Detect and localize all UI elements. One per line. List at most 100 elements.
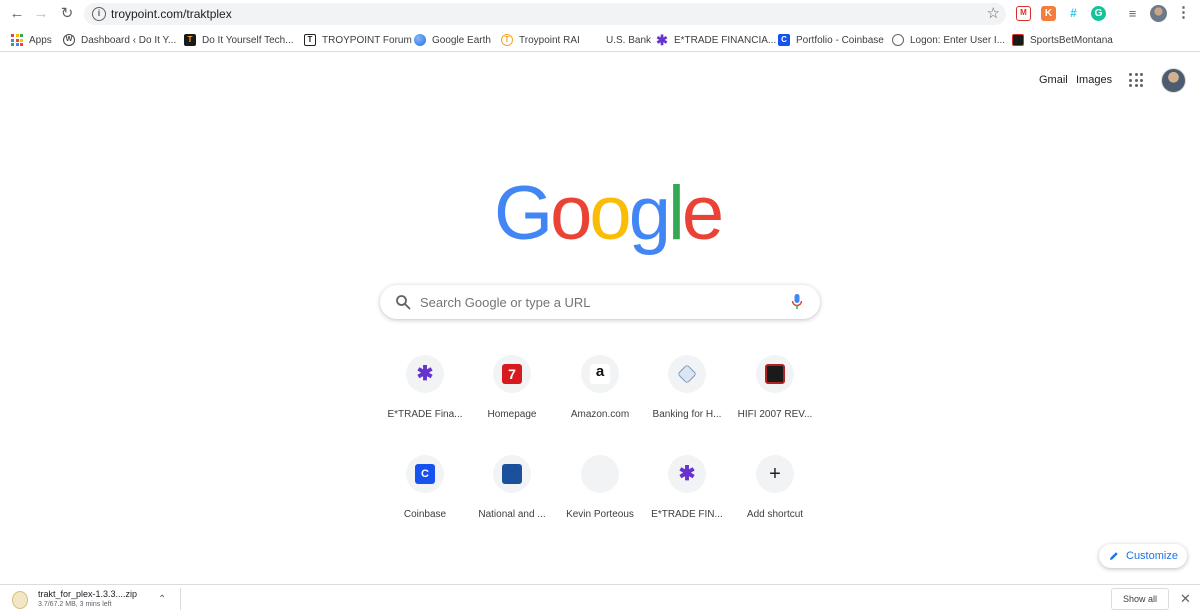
diy-icon: T [184,34,196,46]
logo-letter-g: G [494,171,553,256]
menu-icon[interactable]: ⋮ [1176,4,1191,22]
site-info-icon[interactable]: i [92,7,106,21]
browser-toolbar: ← → ↻ i troypoint.com/traktplex ☆ M K # … [0,0,1200,28]
show-all-button[interactable]: Show all [1111,588,1169,610]
shortcut-etrade[interactable]: ✱ E*TRADE Fina... [381,355,469,455]
apps-grid-icon [11,34,23,46]
shortcut-label: National and ... [478,509,546,520]
shortcut-label: HIFI 2007 REV... [737,409,813,420]
bookmark-label: SportsBetMontana [1030,34,1113,46]
gmail-link[interactable]: Gmail [1039,74,1068,86]
customize-button[interactable]: Customize [1099,544,1187,568]
bookmark-troypoint-rai[interactable]: T Troypoint RAI [501,32,580,48]
shortcut-hifi[interactable]: HIFI 2007 REV... [731,355,819,455]
bookmark-label: Apps [29,34,52,46]
logo-letter-o1: o [550,171,592,256]
search-input[interactable] [420,292,780,312]
shortcut-label: Banking for H... [652,409,722,420]
blank-icon [590,464,610,484]
bookmark-label: E*TRADE FINANCIA... [674,34,777,46]
amazon-icon: a [590,364,610,384]
shortcut-circle [668,355,706,393]
shortcut-kevin-porteous[interactable]: Kevin Porteous [556,455,644,555]
apps-launcher-icon[interactable] [1129,73,1143,87]
shortcut-circle: + [756,455,794,493]
url-text[interactable]: troypoint.com/traktplex [111,7,232,21]
forward-icon[interactable]: → [32,5,50,23]
wordpress-icon: W [63,34,75,46]
shortcut-label: Kevin Porteous [566,509,634,520]
account-avatar[interactable] [1161,68,1186,93]
address-bar[interactable]: i troypoint.com/traktplex ☆ [84,3,1006,25]
bank-icon [588,34,600,46]
slack-extension-icon[interactable]: # [1066,6,1081,21]
bookmark-label: Portfolio - Coinbase [796,34,884,46]
sportsbet-icon [1012,34,1024,46]
etrade-icon: ✱ [656,32,668,48]
add-shortcut-button[interactable]: + Add shortcut [731,455,819,555]
shortcut-circle: a [581,355,619,393]
bookmark-troypoint-forum[interactable]: T TROYPOINT Forum [304,32,412,48]
download-bar: trakt_for_plex-1.3.3....zip 3.7/67.2 MB,… [0,584,1200,613]
bookmark-apps[interactable]: Apps [11,32,52,48]
logo-letter-l: l [667,171,685,256]
shortcut-circle [493,455,531,493]
bookmark-label: U.S. Bank [606,34,652,46]
close-icon[interactable]: ✕ [1180,590,1191,608]
chevron-up-icon[interactable]: ⌃ [158,594,166,605]
bookmark-label: Dashboard ‹ Do It Y... [81,34,177,46]
images-link[interactable]: Images [1076,74,1112,86]
star-icon[interactable]: ☆ [987,5,1000,23]
bookmark-diy-tech[interactable]: T Do It Yourself Tech... [184,32,294,48]
shortcut-label: Homepage [487,409,537,420]
customize-label: Customize [1126,550,1178,562]
coinbase-icon: C [415,464,435,484]
mail-extension-icon[interactable]: M [1016,6,1031,21]
microphone-icon[interactable] [791,293,803,311]
troypoint-icon: T [304,34,316,46]
logo-letter-e: e [681,171,724,256]
bookmark-logon[interactable]: Logon: Enter User I... [892,32,1005,48]
troypoint-rai-icon: T [501,34,513,46]
bookmark-label: Logon: Enter User I... [910,34,1006,46]
search-box[interactable] [380,285,820,319]
bookmark-dashboard[interactable]: W Dashboard ‹ Do It Y... [63,32,176,48]
download-item[interactable]: trakt_for_plex-1.3.3....zip 3.7/67.2 MB,… [10,588,180,612]
bookmark-us-bank[interactable]: U.S. Bank [588,32,651,48]
bookmark-google-earth[interactable]: Google Earth [414,32,491,48]
shortcut-circle [581,455,619,493]
weather-channel-icon [502,464,522,484]
shortcut-label: Add shortcut [746,509,804,520]
etrade-icon: ✱ [678,463,696,485]
plus-icon: + [769,463,781,485]
shortcut-weather[interactable]: National and ... [468,455,556,555]
back-icon[interactable]: ← [8,5,26,23]
google-earth-icon [414,34,426,46]
shortcut-banking[interactable]: Banking for H... [643,355,731,455]
playlist-icon[interactable]: ≡ [1125,6,1140,21]
shortcut-label: E*TRADE Fina... [387,409,463,420]
shortcut-label: Coinbase [403,509,447,520]
bookmark-sportsbet[interactable]: SportsBetMontana [1012,32,1113,48]
profile-avatar-icon[interactable] [1150,5,1167,22]
google-logo: Google [494,171,724,256]
bookmark-etrade[interactable]: ✱ E*TRADE FINANCIA... [656,32,776,48]
reload-icon[interactable]: ↻ [58,5,76,23]
download-filename: trakt_for_plex-1.3.3....zip [38,589,138,599]
etrade-icon: ✱ [416,363,434,385]
coinbase-icon: C [778,34,790,46]
shortcut-homepage[interactable]: 7 Homepage [468,355,556,455]
shortcut-circle [756,355,794,393]
shortcut-coinbase[interactable]: C Coinbase [381,455,469,555]
k-extension-icon[interactable]: K [1041,6,1056,21]
bookmark-label: TROYPOINT Forum [322,34,412,46]
grammarly-extension-icon[interactable]: G [1091,6,1106,21]
divider [180,588,181,610]
globe-icon [892,34,904,46]
logo-letter-o2: o [589,171,631,256]
shortcut-etrade-2[interactable]: ✱ E*TRADE FIN... [643,455,731,555]
bookmark-coinbase[interactable]: C Portfolio - Coinbase [778,32,884,48]
pencil-icon [1110,552,1118,560]
bookmark-label: Google Earth [432,34,491,46]
shortcut-amazon[interactable]: a Amazon.com [556,355,644,455]
